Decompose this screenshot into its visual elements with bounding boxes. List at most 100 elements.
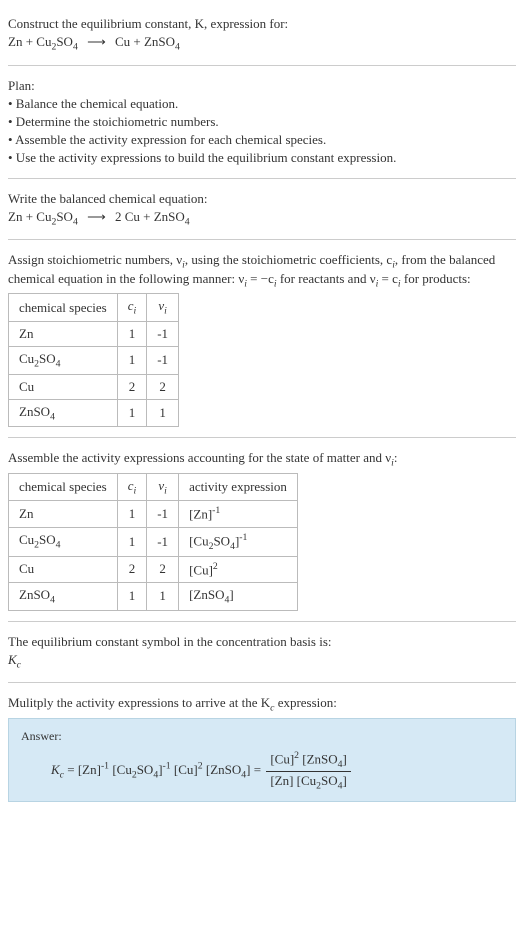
stoich-t4: = −c: [247, 271, 274, 286]
table-header-row: chemical species ci νi: [9, 294, 179, 322]
ans-a: = [Zn]: [64, 761, 101, 776]
cell-vi: -1: [147, 346, 179, 374]
sp0a: Zn: [19, 326, 33, 341]
eqsym-symbol: Kc: [8, 652, 516, 671]
col-expr: activity expression: [179, 473, 298, 501]
num-a: [Cu]: [270, 751, 294, 766]
table-row: Cu 2 2 [Cu]2: [9, 556, 298, 582]
table-row: Cu2SO4 1 -1 [Cu2SO4]-1: [9, 527, 298, 556]
cell-ci: 1: [117, 582, 147, 610]
e1sa: Cu: [19, 532, 34, 547]
e3a: [ZnSO: [189, 587, 224, 602]
e3b: ]: [229, 587, 233, 602]
num-b: [ZnSO: [299, 751, 338, 766]
sup-n1: -1: [212, 505, 220, 516]
col-ci: ci: [117, 473, 147, 501]
ans-b: [Cu: [109, 761, 132, 776]
cell-vi: 2: [147, 556, 179, 582]
ans-K: K: [51, 761, 60, 776]
table-row: Zn 1 -1 [Zn]-1: [9, 501, 298, 527]
sup-n3: -1: [101, 760, 109, 771]
title-line: Construct the equilibrium constant, K, e…: [8, 16, 516, 32]
col-species: chemical species: [9, 473, 118, 501]
sub-ih3: i: [134, 485, 137, 496]
plan-title: Plan:: [8, 78, 516, 94]
answer-label: Answer:: [21, 729, 503, 744]
stoich-table: chemical species ci νi Zn 1 -1 Cu2SO4 1 …: [8, 293, 179, 427]
cell-species: Cu2SO4: [9, 346, 118, 374]
cell-ci: 1: [117, 321, 147, 346]
frac-num: [Cu]2 [ZnSO4]: [266, 750, 351, 772]
sub-4i: 4: [50, 595, 55, 606]
title-text: Construct the equilibrium constant, K, e…: [8, 16, 288, 31]
stoich-t6: = c: [378, 271, 398, 286]
activity-intro: Assemble the activity expressions accoun…: [8, 450, 516, 469]
e1a: [Cu: [189, 533, 209, 548]
sp1a: Cu: [19, 351, 34, 366]
cell-ci: 1: [117, 527, 147, 556]
cell-vi: -1: [147, 321, 179, 346]
sub-c1: c: [17, 659, 21, 670]
stoich-t7: for products:: [401, 271, 471, 286]
e1b: SO: [213, 533, 230, 548]
ans-c: SO: [137, 761, 154, 776]
cell-ci: 2: [117, 374, 147, 399]
sub-2b: 2: [51, 216, 56, 227]
sup-n2: -1: [239, 532, 247, 543]
arrow-icon-2: ⟶: [87, 209, 106, 224]
act-t2: :: [394, 450, 398, 465]
plan-item-2: • Assemble the activity expression for e…: [8, 132, 516, 148]
col-ci: ci: [117, 294, 147, 322]
plan-item-1: • Determine the stoichiometric numbers.: [8, 114, 516, 130]
cell-species: Cu2SO4: [9, 527, 118, 556]
plan-item-0: • Balance the chemical equation.: [8, 96, 516, 112]
ans-g: ] =: [246, 761, 264, 776]
cell-ci: 1: [117, 346, 147, 374]
sub-ih2: i: [164, 306, 167, 317]
cell-species: ZnSO4: [9, 399, 118, 427]
stoich-section: Assign stoichiometric numbers, νi, using…: [8, 244, 516, 438]
cell-ci: 1: [117, 501, 147, 527]
bal-rhs-1: 2 Cu + ZnSO: [115, 209, 185, 224]
e2a: [Cu]: [189, 562, 213, 577]
unbalanced-equation: Zn + Cu2SO4 ⟶ Cu + ZnSO4: [8, 34, 516, 53]
cell-expr: [Cu2SO4]-1: [179, 527, 298, 556]
eqsym-section: The equilibrium constant symbol in the c…: [8, 626, 516, 684]
multiply-text: Mulitply the activity expressions to arr…: [8, 695, 516, 714]
sup-2: 2: [213, 561, 218, 572]
eq-rhs-1: Cu + ZnSO: [115, 34, 175, 49]
sub-4c: 4: [73, 216, 78, 227]
cell-vi: 1: [147, 399, 179, 427]
sub-4e: 4: [56, 359, 61, 370]
multiply-section: Mulitply the activity expressions to arr…: [8, 687, 516, 812]
answer-box: Answer: Kc = [Zn]-1 [Cu2SO4]-1 [Cu]2 [Zn…: [8, 718, 516, 803]
cell-vi: -1: [147, 527, 179, 556]
sub-4d: 4: [185, 216, 190, 227]
mult-t1: Mulitply the activity expressions to arr…: [8, 695, 270, 710]
col-vi: νi: [147, 294, 179, 322]
sub-4: 4: [73, 42, 78, 53]
e3sa: ZnSO: [19, 587, 50, 602]
sub-4b: 4: [175, 42, 180, 53]
ans-f: [ZnSO: [203, 761, 242, 776]
balanced-section: Write the balanced chemical equation: Zn…: [8, 183, 516, 241]
cell-species: Cu: [9, 556, 118, 582]
plan-section: Plan: • Balance the chemical equation. •…: [8, 70, 516, 179]
eqsym-text: The equilibrium constant symbol in the c…: [8, 634, 516, 650]
sub-ih4: i: [164, 485, 167, 496]
balanced-equation: Zn + Cu2SO4 ⟶ 2 Cu + ZnSO4: [8, 209, 516, 228]
cell-expr: [ZnSO4]: [179, 582, 298, 610]
sub-4f: 4: [50, 411, 55, 422]
balanced-title: Write the balanced chemical equation:: [8, 191, 516, 207]
bal-lhs-1: Zn + Cu: [8, 209, 51, 224]
stoich-t5: for reactants and ν: [277, 271, 376, 286]
ans-e: [Cu]: [171, 761, 198, 776]
sp3a: ZnSO: [19, 404, 50, 419]
activity-section: Assemble the activity expressions accoun…: [8, 442, 516, 621]
arrow-icon: ⟶: [87, 34, 106, 49]
eq-lhs-2: SO: [56, 34, 73, 49]
sub-ih1: i: [134, 306, 137, 317]
answer-equation: Kc = [Zn]-1 [Cu2SO4]-1 [Cu]2 [ZnSO4] = […: [21, 750, 503, 792]
frac-den: [Zn] [Cu2SO4]: [266, 772, 351, 792]
cell-species: Zn: [9, 501, 118, 527]
